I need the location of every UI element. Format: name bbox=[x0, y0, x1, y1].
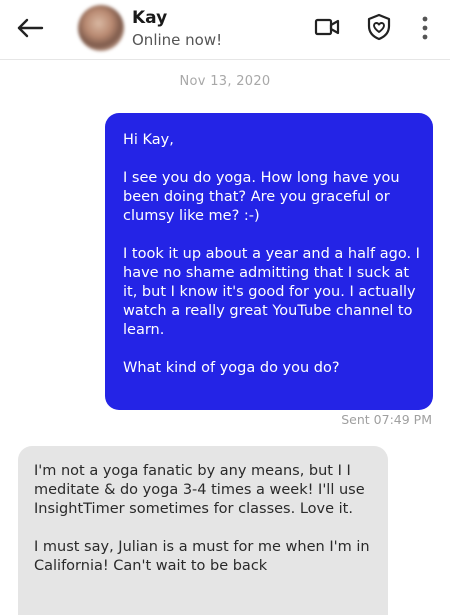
online-status: Online now! bbox=[132, 31, 223, 49]
back-arrow-icon[interactable] bbox=[16, 16, 44, 40]
chat-header: Kay Online now! bbox=[0, 0, 450, 60]
message-paragraph: What kind of yoga do you do? bbox=[123, 360, 340, 376]
message-paragraph: I must say, Julian is a must for me when… bbox=[34, 539, 370, 574]
date-divider: Nov 13, 2020 bbox=[179, 74, 271, 89]
avatar[interactable] bbox=[78, 5, 124, 51]
message-paragraph: Hi Kay, bbox=[123, 132, 174, 148]
message-paragraph: I see you do yoga. How long have you bee… bbox=[123, 170, 400, 224]
message-paragraph: I took it up about a year and a half ago… bbox=[123, 246, 420, 338]
video-call-icon[interactable] bbox=[314, 16, 340, 38]
sent-message-bubble[interactable]: Hi Kay, I see you do yoga. How long have… bbox=[105, 113, 433, 410]
message-paragraph: I'm not a yoga fanatic by any means, but… bbox=[34, 463, 365, 517]
more-vertical-icon[interactable] bbox=[420, 15, 430, 41]
message-sent-status: Sent 07:49 PM bbox=[341, 412, 432, 427]
shield-heart-icon[interactable] bbox=[366, 13, 392, 41]
received-message-bubble[interactable]: I'm not a yoga fanatic by any means, but… bbox=[18, 446, 388, 615]
contact-name[interactable]: Kay bbox=[132, 8, 167, 28]
